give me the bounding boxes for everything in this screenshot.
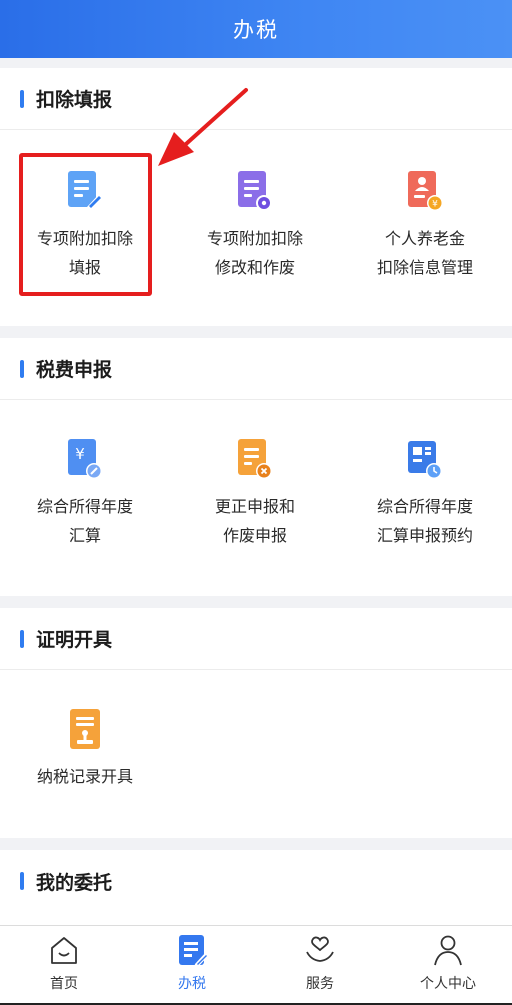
doc-cancel-icon (238, 439, 272, 479)
tile-label-line2: 作废申报 (222, 526, 287, 545)
tab-service[interactable]: 服务 (256, 926, 384, 1003)
tab-label: 个人中心 (420, 976, 476, 992)
section-certificates: 证明开具 纳税记录开具 (0, 608, 512, 838)
tab-personal-center[interactable]: 个人中心 (384, 926, 512, 1003)
tile-pension-deduction[interactable]: ¥ 个人养老金 扣除信息管理 (340, 170, 510, 282)
tile-tax-record[interactable]: 纳税记录开具 (0, 708, 170, 791)
tile-correct-cancel-filing[interactable]: 更正申报和 作废申报 (170, 438, 340, 550)
section-accent-bar (20, 89, 24, 108)
section-header: 证明开具 (0, 608, 512, 670)
heart-hand-icon (306, 936, 334, 962)
section-title: 我的委托 (36, 871, 113, 894)
section-header: 扣除填报 (0, 68, 512, 130)
section-title: 扣除填报 (36, 89, 113, 111)
page-title: 办税 (233, 18, 279, 42)
calendar-clock-icon (408, 441, 442, 479)
section-header: 税费申报 (0, 338, 512, 400)
tile-label-line1: 个人养老金 (384, 229, 465, 248)
section-accent-bar (20, 359, 24, 378)
tile-label-line1: 专项附加扣除 (206, 229, 303, 248)
bottom-tab-bar: 首页 办税 服务 个人中心 (0, 925, 512, 1003)
home-icon (51, 937, 77, 964)
tab-label: 办税 (178, 976, 206, 992)
tab-label: 首页 (50, 976, 78, 992)
svg-text:¥: ¥ (432, 200, 438, 210)
tile-special-deduction-modify[interactable]: 专项附加扣除 修改和作废 (170, 170, 340, 282)
section-tax-filing: 税费申报 ¥ 综合所得年度 汇算 更正申报和 作废申报 综合所得年度 汇算申报预… (0, 338, 512, 596)
tab-tax[interactable]: 办税 (128, 926, 256, 1003)
tile-label-line1: 更正申报和 (214, 497, 295, 516)
highlight-box (19, 153, 152, 296)
tile-label-line2: 汇算申报预约 (376, 526, 473, 545)
section-accent-bar (20, 872, 24, 890)
section-title: 证明开具 (36, 629, 113, 651)
pension-yen-icon: ¥ (408, 171, 443, 211)
tile-grid: ¥ 综合所得年度 汇算 更正申报和 作废申报 综合所得年度 汇算申报预约 (0, 400, 512, 550)
pointer-arrow (158, 88, 248, 166)
person-icon (434, 935, 462, 966)
tile-label-line2: 修改和作废 (214, 258, 295, 277)
tile-label-line2: 汇算 (68, 526, 101, 545)
section-title: 税费申报 (36, 359, 113, 381)
section-header: 我的委托 (0, 850, 512, 912)
form-settings-icon (238, 171, 272, 211)
tile-label-line1: 综合所得年度 (36, 497, 133, 516)
tab-home[interactable]: 首页 (0, 926, 128, 1003)
tile-label-line1: 纳税记录开具 (36, 767, 133, 786)
section-accent-bar (20, 629, 24, 648)
tile-grid: 纳税记录开具 (0, 670, 512, 791)
tile-settlement-appointment[interactable]: 综合所得年度 汇算申报预约 (340, 438, 510, 550)
tile-annual-settlement[interactable]: ¥ 综合所得年度 汇算 (0, 438, 170, 550)
top-bar: 办税 (0, 0, 512, 58)
tab-label: 服务 (306, 976, 334, 992)
tile-label-line2: 扣除信息管理 (376, 258, 473, 277)
yen-doc-icon: ¥ (68, 439, 102, 479)
stamp-doc-icon (70, 709, 100, 749)
svg-text:¥: ¥ (75, 445, 85, 463)
tax-doc-icon (179, 935, 209, 968)
tile-label-line1: 综合所得年度 (376, 497, 473, 516)
section-my-delegation: 我的委托 (0, 850, 512, 925)
